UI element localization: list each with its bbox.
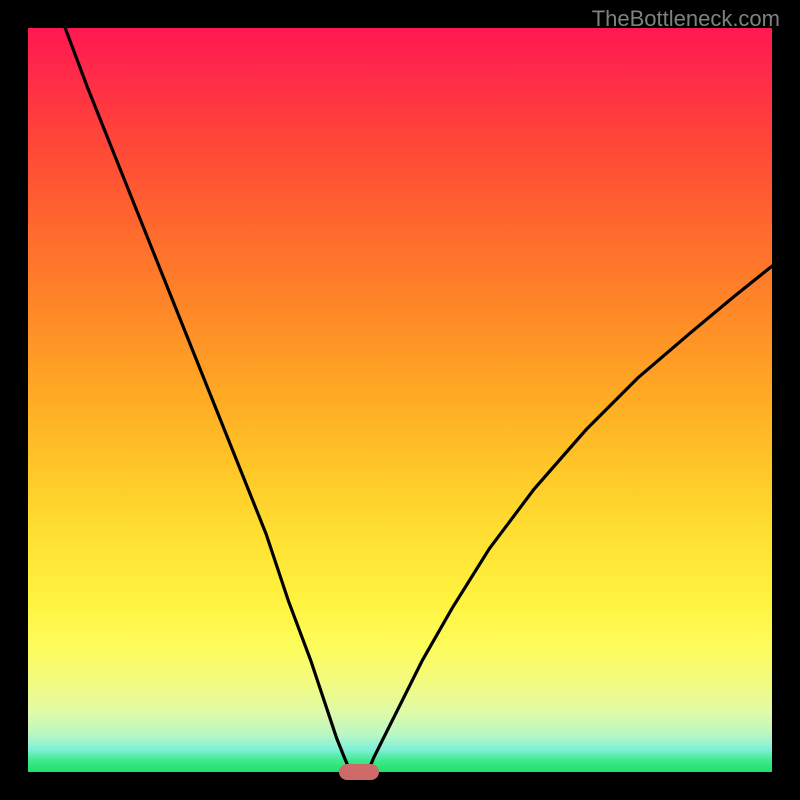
chart-svg <box>28 28 772 772</box>
chart-plot-area <box>28 28 772 772</box>
minimum-marker <box>339 764 379 780</box>
curve-right-branch <box>368 266 772 770</box>
attribution-text: TheBottleneck.com <box>592 6 780 32</box>
curve-left-branch <box>65 28 350 770</box>
